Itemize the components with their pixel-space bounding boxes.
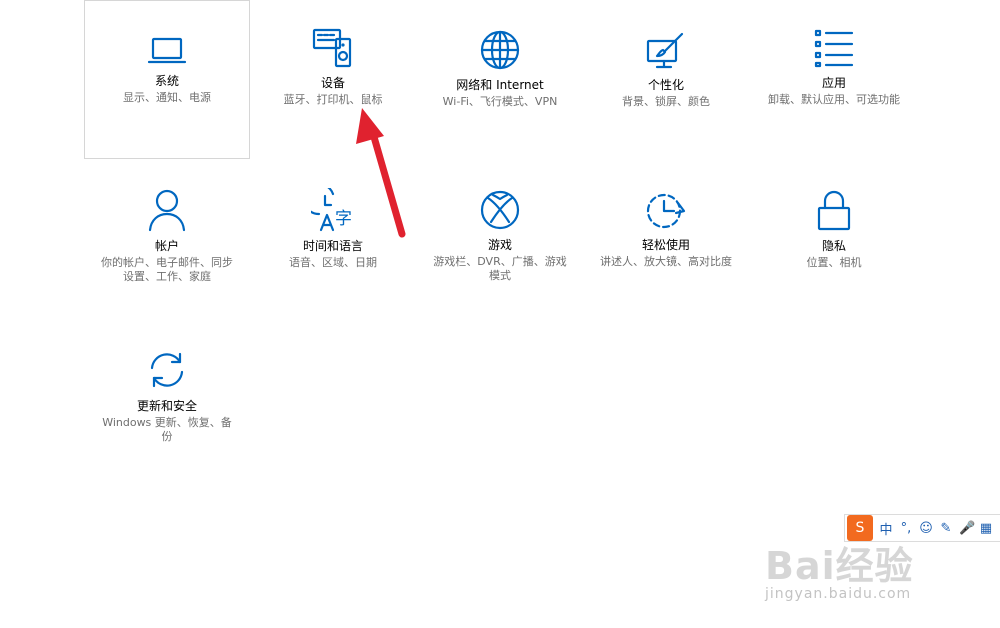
tile-desc: Wi-Fi、飞行模式、VPN	[442, 95, 558, 108]
tile-gaming[interactable]: 游戏 游戏栏、DVR、广播、游戏模式	[418, 160, 582, 320]
tile-name: 设备	[320, 76, 345, 90]
tile-privacy[interactable]: 隐私 位置、相机	[752, 160, 916, 320]
devices-icon	[312, 28, 352, 68]
tile-desc: Windows 更新、恢复、备份	[102, 416, 232, 443]
tile-ease-of-access[interactable]: 轻松使用 讲述人、放大镜、高对比度	[585, 160, 747, 320]
tile-name: 帐户	[154, 239, 179, 253]
tile-desc: 你的帐户、电子邮件、同步设置、工作、家庭	[101, 256, 233, 283]
tile-desc: 背景、锁屏、颜色	[622, 95, 710, 108]
lock-icon	[817, 190, 851, 231]
tile-apps[interactable]: 应用 卸载、默认应用、可选功能	[752, 0, 916, 159]
tile-name: 更新和安全	[136, 399, 197, 413]
tile-name: 网络和 Internet	[456, 78, 544, 92]
xbox-icon	[480, 190, 520, 230]
tile-name: 个性化	[647, 78, 684, 92]
tile-system[interactable]: 系统 显示、通知、电源	[84, 0, 250, 159]
baidu-jingyan-watermark: Bai经验 jingyan.baidu.com	[765, 535, 995, 625]
tile-desc: 位置、相机	[806, 256, 862, 269]
tile-name: 轻松使用	[641, 238, 690, 252]
tile-desc: 卸载、默认应用、可选功能	[768, 93, 900, 106]
tile-personalization[interactable]: 个性化 背景、锁屏、颜色	[585, 0, 747, 159]
person-icon	[148, 189, 186, 232]
tile-name: 游戏	[487, 238, 512, 252]
tile-network[interactable]: 网络和 Internet Wi-Fi、飞行模式、VPN	[418, 0, 582, 159]
tile-accounts[interactable]: 帐户 你的帐户、电子邮件、同步设置、工作、家庭	[86, 160, 248, 320]
laptop-icon	[147, 37, 187, 64]
ease-of-access-icon	[646, 193, 686, 229]
microphone-icon[interactable]: 🎤	[959, 521, 975, 536]
tile-desc: 语音、区域、日期	[289, 256, 377, 269]
tile-desc: 显示、通知、电源	[123, 91, 211, 104]
toolbox-grid-icon[interactable]: ▦	[979, 521, 993, 536]
emoji-icon[interactable]: ☺	[919, 521, 933, 536]
tile-name: 隐私	[821, 239, 846, 253]
sync-icon	[150, 352, 184, 388]
personalization-icon	[646, 32, 684, 69]
watermark-url: jingyan.baidu.com	[765, 586, 912, 602]
annotation-arrow	[356, 108, 406, 238]
globe-icon	[480, 30, 520, 70]
tile-update-security[interactable]: 更新和安全 Windows 更新、恢复、备份	[86, 320, 248, 480]
tile-name: 系统	[154, 74, 179, 88]
watermark-brand: Bai经验	[765, 544, 914, 588]
tile-desc: 讲述人、放大镜、高对比度	[600, 255, 732, 268]
time-language-icon: 字	[311, 188, 352, 232]
pen-icon[interactable]: ✎	[939, 521, 953, 536]
tile-desc: 游戏栏、DVR、广播、游戏模式	[433, 255, 567, 282]
apps-list-icon	[814, 29, 854, 68]
punctuation-toggle[interactable]: °,	[899, 521, 913, 536]
tile-name: 应用	[821, 76, 846, 90]
